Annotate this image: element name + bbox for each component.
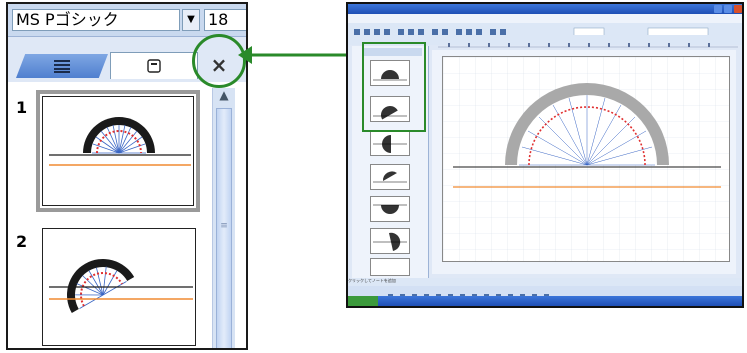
pointer-arrow [238,46,350,64]
mini-thumb[interactable] [370,196,410,222]
mini-thumb[interactable] [370,228,410,254]
mini-protractor-icon [373,171,407,183]
slide-thumbnail-2[interactable] [42,228,196,346]
title-bar [348,4,742,14]
scroll-grip-icon: ≡ [220,221,228,231]
mini-protractor-icon [373,232,407,251]
scroll-up-icon[interactable]: ▲ [213,88,235,106]
maximize-icon[interactable] [724,5,732,13]
mini-protractor-icon [373,135,407,153]
mini-thumb[interactable] [370,258,410,276]
slides-pane-zoom: MS Pゴシック ▼ 18 × 1 2 ▲ ≡ [6,2,248,350]
outline-lines-icon [54,60,70,73]
font-size-field[interactable]: 18 [204,9,246,31]
notes-bar[interactable]: クリックしてノートを追加 [348,278,742,286]
highlight-box [362,42,426,132]
tab-outline[interactable] [16,54,108,78]
slide-thumbnail-selected[interactable] [36,90,200,212]
vertical-scrollbar[interactable]: ▲ ≡ [212,88,235,348]
mini-protractor-icon [373,204,407,214]
chevron-down-icon[interactable]: ▼ [182,9,200,31]
scrollbar-thumb[interactable]: ≡ [216,108,232,348]
slide-editing-area [432,50,736,274]
protractor-slide [443,57,729,261]
slide-thumbnail-1 [42,96,194,206]
drawing-toolbar [348,286,742,299]
tab-slides[interactable] [110,52,198,79]
slide-number: 2 [16,232,28,251]
slide-thumbnail-list: 1 2 ▲ ≡ [8,82,246,348]
start-button[interactable] [348,296,378,306]
font-name-field[interactable]: MS Pゴシック [12,9,180,31]
font-toolbar: MS Pゴシック ▼ 18 [8,4,246,37]
slide-number: 1 [16,98,28,117]
protractor-thumbnail-1 [49,117,191,166]
protractor-thumbnail-2 [49,259,193,313]
mini-thumb[interactable] [370,130,410,156]
close-window-icon[interactable] [734,5,742,13]
taskbar [348,296,742,306]
minimize-icon[interactable] [714,5,722,13]
main-slide[interactable] [442,56,730,262]
powerpoint-window-thumbnail: クリックしてノートを追加 [346,2,744,308]
mini-thumb[interactable] [370,164,410,190]
menu-bar [348,14,742,26]
slide-page-icon [147,59,161,73]
